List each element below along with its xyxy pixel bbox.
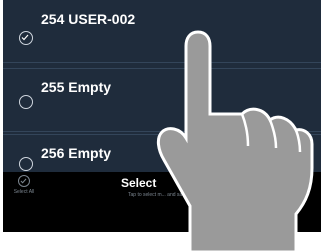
radio-icon[interactable]	[19, 157, 33, 171]
pointing-hand-icon	[156, 30, 314, 252]
select-all-icon	[18, 175, 30, 187]
select-all-button[interactable]: Select All	[9, 175, 39, 195]
radio-icon[interactable]	[19, 95, 33, 109]
checked-radio-icon[interactable]	[19, 31, 33, 45]
list-item-label: 255 Empty	[41, 79, 112, 95]
list-item-label: 254 USER-002	[41, 11, 136, 27]
list-item-label: 256 Empty	[41, 145, 112, 161]
select-all-label: Select All	[13, 189, 35, 195]
